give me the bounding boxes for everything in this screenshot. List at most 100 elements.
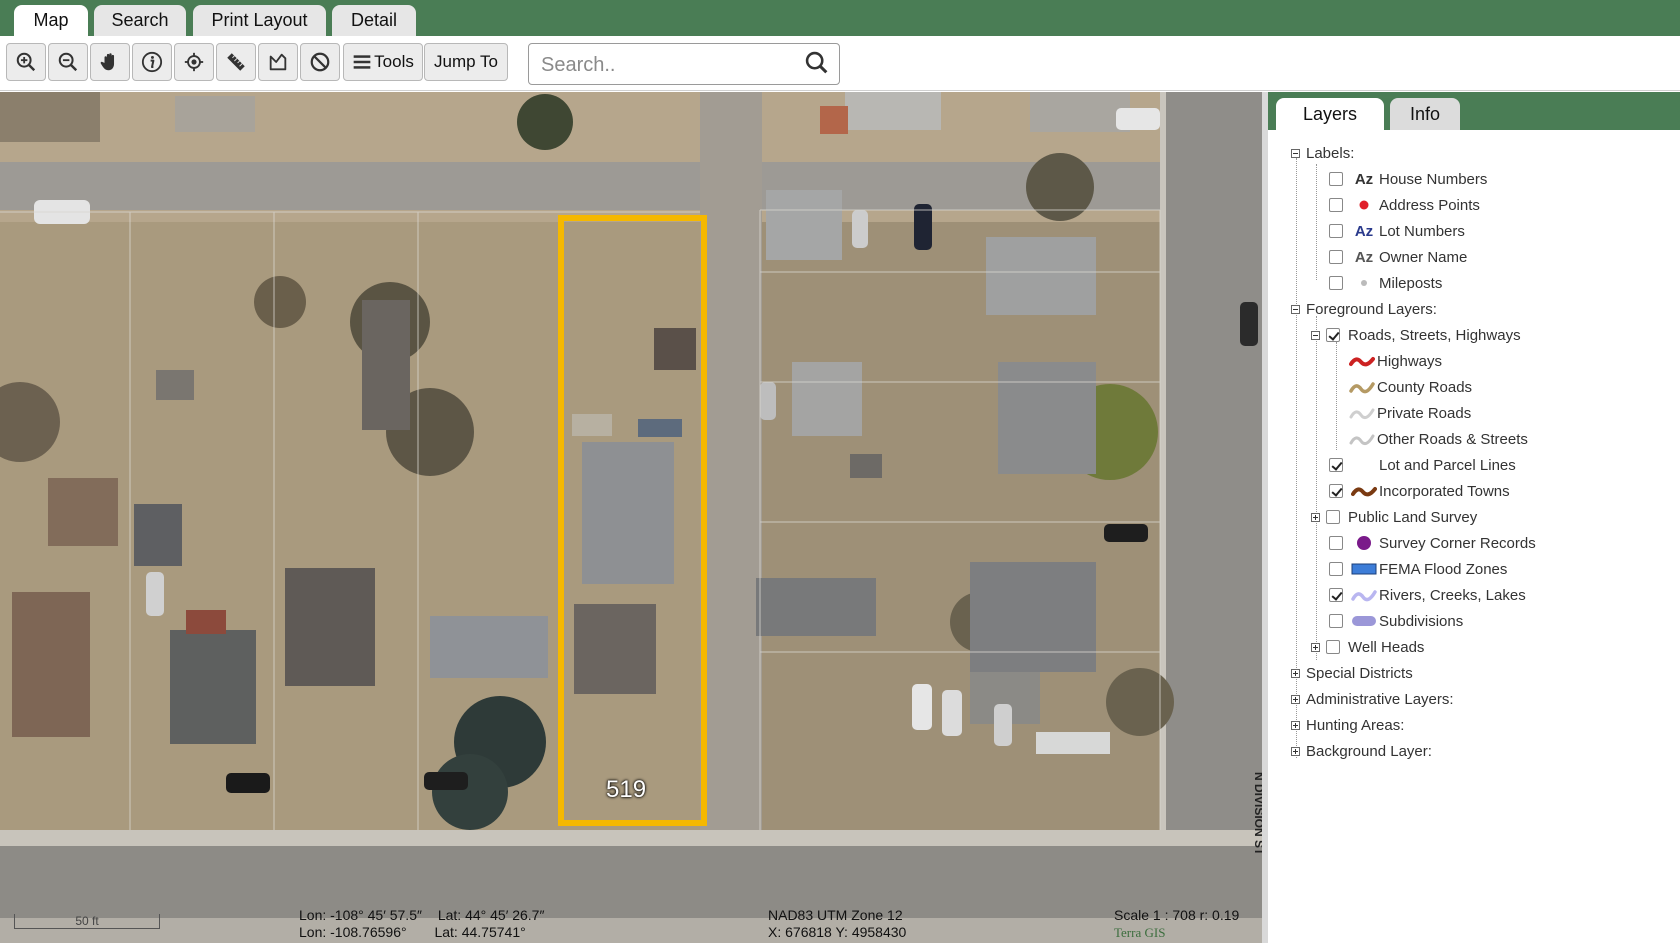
- layer-incorporated-towns[interactable]: Incorporated Towns: [1329, 478, 1510, 504]
- expand-icon[interactable]: [1291, 668, 1300, 678]
- group-special-districts[interactable]: Special Districts: [1291, 660, 1413, 686]
- locate-button[interactable]: [174, 43, 214, 81]
- layer-label: Roads, Streets, Highways: [1348, 326, 1521, 344]
- expand-icon[interactable]: [1291, 720, 1300, 730]
- tab-info[interactable]: Info: [1390, 98, 1460, 130]
- zoom-out-button[interactable]: [48, 43, 88, 81]
- layer-checkbox[interactable]: [1329, 588, 1343, 602]
- highway-line-icon: [1349, 352, 1375, 370]
- layer-checkbox[interactable]: [1329, 276, 1343, 290]
- search-icon[interactable]: [803, 48, 831, 78]
- layer-label: Private Roads: [1377, 404, 1472, 422]
- zoom-in-icon: [16, 52, 36, 72]
- layer-checkbox[interactable]: [1329, 250, 1343, 264]
- aerial-imagery: [0, 92, 1262, 943]
- layer-survey-corners[interactable]: Survey Corner Records: [1329, 530, 1536, 556]
- tab-layers[interactable]: Layers: [1276, 98, 1384, 130]
- jump-to-button[interactable]: Jump To: [424, 43, 508, 81]
- layer-checkbox[interactable]: [1329, 458, 1343, 472]
- map-view[interactable]: 519 N DIVISION ST 50 ft Lon: -108° 45′ 5…: [0, 92, 1262, 943]
- layer-label: Other Roads & Streets: [1377, 430, 1528, 448]
- layer-private-roads[interactable]: Private Roads: [1349, 400, 1471, 426]
- layer-checkbox[interactable]: [1329, 562, 1343, 576]
- layer-label: Survey Corner Records: [1379, 534, 1536, 552]
- layer-lot-parcel-lines[interactable]: Lot and Parcel Lines: [1329, 452, 1516, 478]
- layer-highways[interactable]: Highways: [1349, 348, 1442, 374]
- layer-other-roads[interactable]: Other Roads & Streets: [1349, 426, 1528, 452]
- small-dot-icon: [1351, 274, 1377, 292]
- layer-checkbox[interactable]: [1326, 328, 1340, 342]
- layer-label: Subdivisions: [1379, 612, 1464, 630]
- county-road-line-icon: [1349, 378, 1375, 396]
- identify-button[interactable]: [132, 43, 172, 81]
- tab-detail[interactable]: Detail: [332, 5, 416, 36]
- search-input[interactable]: [539, 50, 793, 80]
- red-dot-icon: [1351, 196, 1377, 214]
- layer-checkbox[interactable]: [1329, 536, 1343, 550]
- pan-button[interactable]: [90, 43, 130, 81]
- group-foreground[interactable]: Foreground Layers:: [1291, 296, 1437, 322]
- tab-print-layout[interactable]: Print Layout: [193, 5, 326, 36]
- group-hunting[interactable]: Hunting Areas:: [1291, 712, 1404, 738]
- jump-to-label: Jump To: [434, 52, 498, 71]
- layer-rivers[interactable]: Rivers, Creeks, Lakes: [1329, 582, 1526, 608]
- layer-address-points[interactable]: Address Points: [1329, 192, 1480, 218]
- layer-county-roads[interactable]: County Roads: [1349, 374, 1472, 400]
- layer-checkbox[interactable]: [1326, 510, 1340, 524]
- parcel-line-icon: [1351, 456, 1377, 474]
- select-area-button[interactable]: [258, 43, 298, 81]
- expand-icon[interactable]: [1311, 512, 1320, 522]
- layer-roads[interactable]: Roads, Streets, Highways: [1311, 322, 1521, 348]
- zoom-in-button[interactable]: [6, 43, 46, 81]
- group-foreground-title: Foreground Layers:: [1306, 300, 1437, 318]
- group-labels-title: Labels:: [1306, 144, 1355, 162]
- expand-icon[interactable]: [1291, 746, 1300, 756]
- collapse-icon[interactable]: [1291, 148, 1300, 158]
- layer-checkbox[interactable]: [1329, 614, 1343, 628]
- layer-checkbox[interactable]: [1329, 198, 1343, 212]
- layer-well-heads[interactable]: Well Heads: [1311, 634, 1424, 660]
- tab-search[interactable]: Search: [94, 5, 186, 36]
- collapse-icon[interactable]: [1291, 304, 1300, 314]
- coords-decimal: Lon: -108.76596° Lat: 44.75741°: [299, 924, 526, 941]
- layer-label: House Numbers: [1379, 170, 1488, 188]
- group-title: Administrative Layers:: [1306, 690, 1454, 708]
- tools-button[interactable]: Tools: [343, 43, 423, 81]
- layer-label: Well Heads: [1348, 638, 1425, 656]
- layer-checkbox[interactable]: [1329, 172, 1343, 186]
- layer-subdivisions[interactable]: Subdivisions: [1329, 608, 1463, 634]
- measure-button[interactable]: [216, 43, 256, 81]
- group-administrative[interactable]: Administrative Layers:: [1291, 686, 1454, 712]
- expand-icon[interactable]: [1311, 642, 1320, 652]
- scale-bar: 50 ft: [14, 914, 160, 929]
- layer-mileposts[interactable]: Mileposts: [1329, 270, 1442, 296]
- layer-fema-flood[interactable]: FEMA Flood Zones: [1329, 556, 1507, 582]
- parcel-number-label: 519: [606, 776, 647, 803]
- group-labels[interactable]: Labels:: [1291, 140, 1354, 166]
- tree-guide: [1316, 316, 1317, 660]
- tree-guide: [1316, 164, 1317, 280]
- layer-house-numbers[interactable]: Az House Numbers: [1329, 166, 1487, 192]
- town-boundary-icon: [1351, 482, 1377, 500]
- tab-map[interactable]: Map: [14, 5, 88, 36]
- layer-owner-name[interactable]: Az Owner Name: [1329, 244, 1467, 270]
- lon-decimal: Lon: -108.76596°: [299, 924, 407, 940]
- layer-label: Lot and Parcel Lines: [1379, 456, 1516, 474]
- layer-label: FEMA Flood Zones: [1379, 560, 1508, 578]
- clear-button[interactable]: [300, 43, 340, 81]
- collapse-icon[interactable]: [1311, 330, 1320, 340]
- select-area-icon: [269, 53, 287, 71]
- identify-info-icon: [141, 51, 163, 73]
- group-background[interactable]: Background Layer:: [1291, 738, 1432, 764]
- layer-checkbox[interactable]: [1326, 640, 1340, 654]
- private-road-line-icon: [1349, 404, 1375, 422]
- expand-icon[interactable]: [1291, 694, 1300, 704]
- lat-dms: Lat: 44° 45′ 26.7″: [437, 907, 545, 923]
- layer-checkbox[interactable]: [1329, 484, 1343, 498]
- lat-decimal: Lat: 44.75741°: [434, 924, 526, 940]
- layer-lot-numbers[interactable]: Az Lot Numbers: [1329, 218, 1465, 244]
- panel-tab-bar: Layers Info: [1268, 92, 1680, 130]
- locate-icon: [184, 52, 204, 72]
- layer-public-land-survey[interactable]: Public Land Survey: [1311, 504, 1477, 530]
- layer-checkbox[interactable]: [1329, 224, 1343, 238]
